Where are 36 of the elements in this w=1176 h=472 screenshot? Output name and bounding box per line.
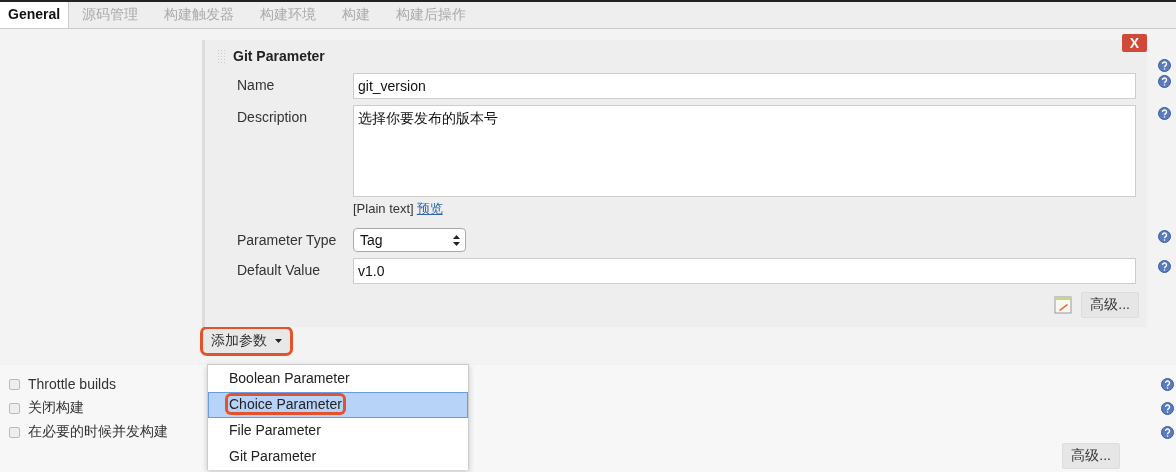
help-icon[interactable] [1158,59,1171,72]
description-field[interactable]: 选择你要发布的版本号 [353,105,1136,197]
type-select[interactable]: Tag [353,228,466,252]
option-label: 关闭构建 [28,399,84,417]
help-icon[interactable] [1158,230,1171,243]
panel-title: Git Parameter [233,48,325,64]
option-label: 在必要的时候并发构建 [28,423,168,441]
caret-icon [275,339,282,343]
advanced-button[interactable]: 高级... [1062,443,1120,469]
add-parameter-button[interactable]: 添加参数 [203,329,290,353]
checkbox[interactable] [9,378,20,390]
field-label: Description [237,108,309,127]
menu-item[interactable]: Git Parameter [208,444,468,470]
checkbox[interactable] [9,426,20,438]
input-field[interactable]: v1.0 [353,258,1136,284]
help-icon[interactable] [1158,75,1171,88]
input-field[interactable]: git_version [353,73,1136,99]
field-label: Name [237,76,276,95]
advanced-button[interactable]: 高级... [1081,292,1139,318]
updown-arrows-icon [453,234,460,246]
help-icon[interactable] [1161,402,1174,415]
option-label: Throttle builds [28,376,116,392]
menu-item[interactable]: File Parameter [208,418,468,444]
field-label: Parameter Type [237,231,338,250]
preview-link[interactable]: 预览 [416,201,443,216]
menu-item[interactable]: Boolean Parameter [208,366,468,392]
field-label: Default Value [237,261,321,280]
format-note: [Plain text] 预览 [353,200,444,218]
delete-button[interactable]: X [1121,34,1147,52]
help-icon[interactable] [1161,426,1174,439]
checkbox[interactable] [9,402,20,414]
tab[interactable]: General [0,2,70,28]
help-icon[interactable] [1161,378,1174,391]
menu-item[interactable]: Choice Parameter [208,392,468,418]
help-icon[interactable] [1158,260,1171,273]
help-icon[interactable] [1158,107,1171,120]
